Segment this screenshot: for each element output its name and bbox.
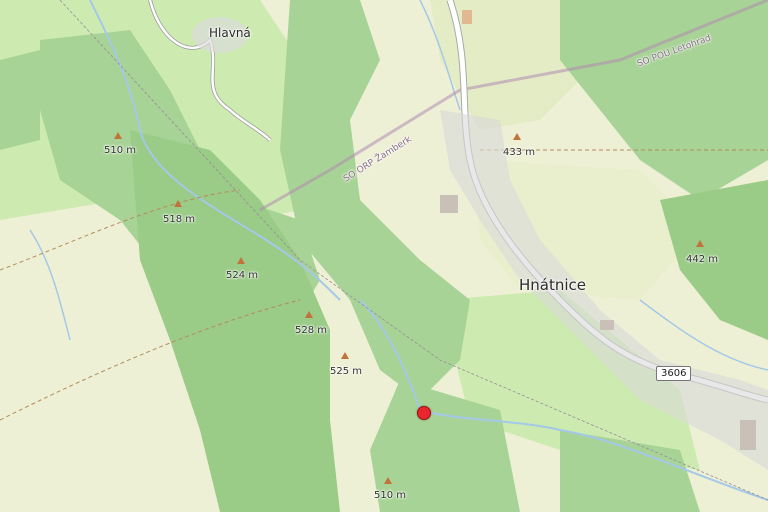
elevation-label: 433 m	[503, 147, 536, 158]
place-label-hnatnice: Hnátnice	[519, 276, 587, 294]
map-tiles	[0, 0, 768, 512]
route-shield-3606: 3606	[656, 366, 692, 381]
elevation-label: 510 m	[104, 145, 137, 156]
peak-icon	[174, 200, 182, 207]
elevation-label: 518 m	[163, 214, 196, 225]
elevation-label: 525 m	[330, 366, 363, 377]
peak-icon	[305, 311, 313, 318]
location-marker[interactable]	[417, 406, 431, 420]
peak-icon	[114, 132, 122, 139]
peak-icon	[513, 133, 521, 140]
elevation-label: 442 m	[686, 254, 719, 265]
peak-icon	[384, 477, 392, 484]
peak-icon	[341, 352, 349, 359]
peak-icon	[696, 240, 704, 247]
elevation-label: 510 m	[374, 490, 407, 501]
elevation-label: 528 m	[295, 325, 328, 336]
peak-icon	[237, 257, 245, 264]
elevation-label: 524 m	[226, 270, 259, 281]
place-label-hlavna: Hlavná	[209, 26, 251, 40]
map-view[interactable]: SO ORP Žamberk SO POU Letohrad Hlavná Hn…	[0, 0, 768, 512]
